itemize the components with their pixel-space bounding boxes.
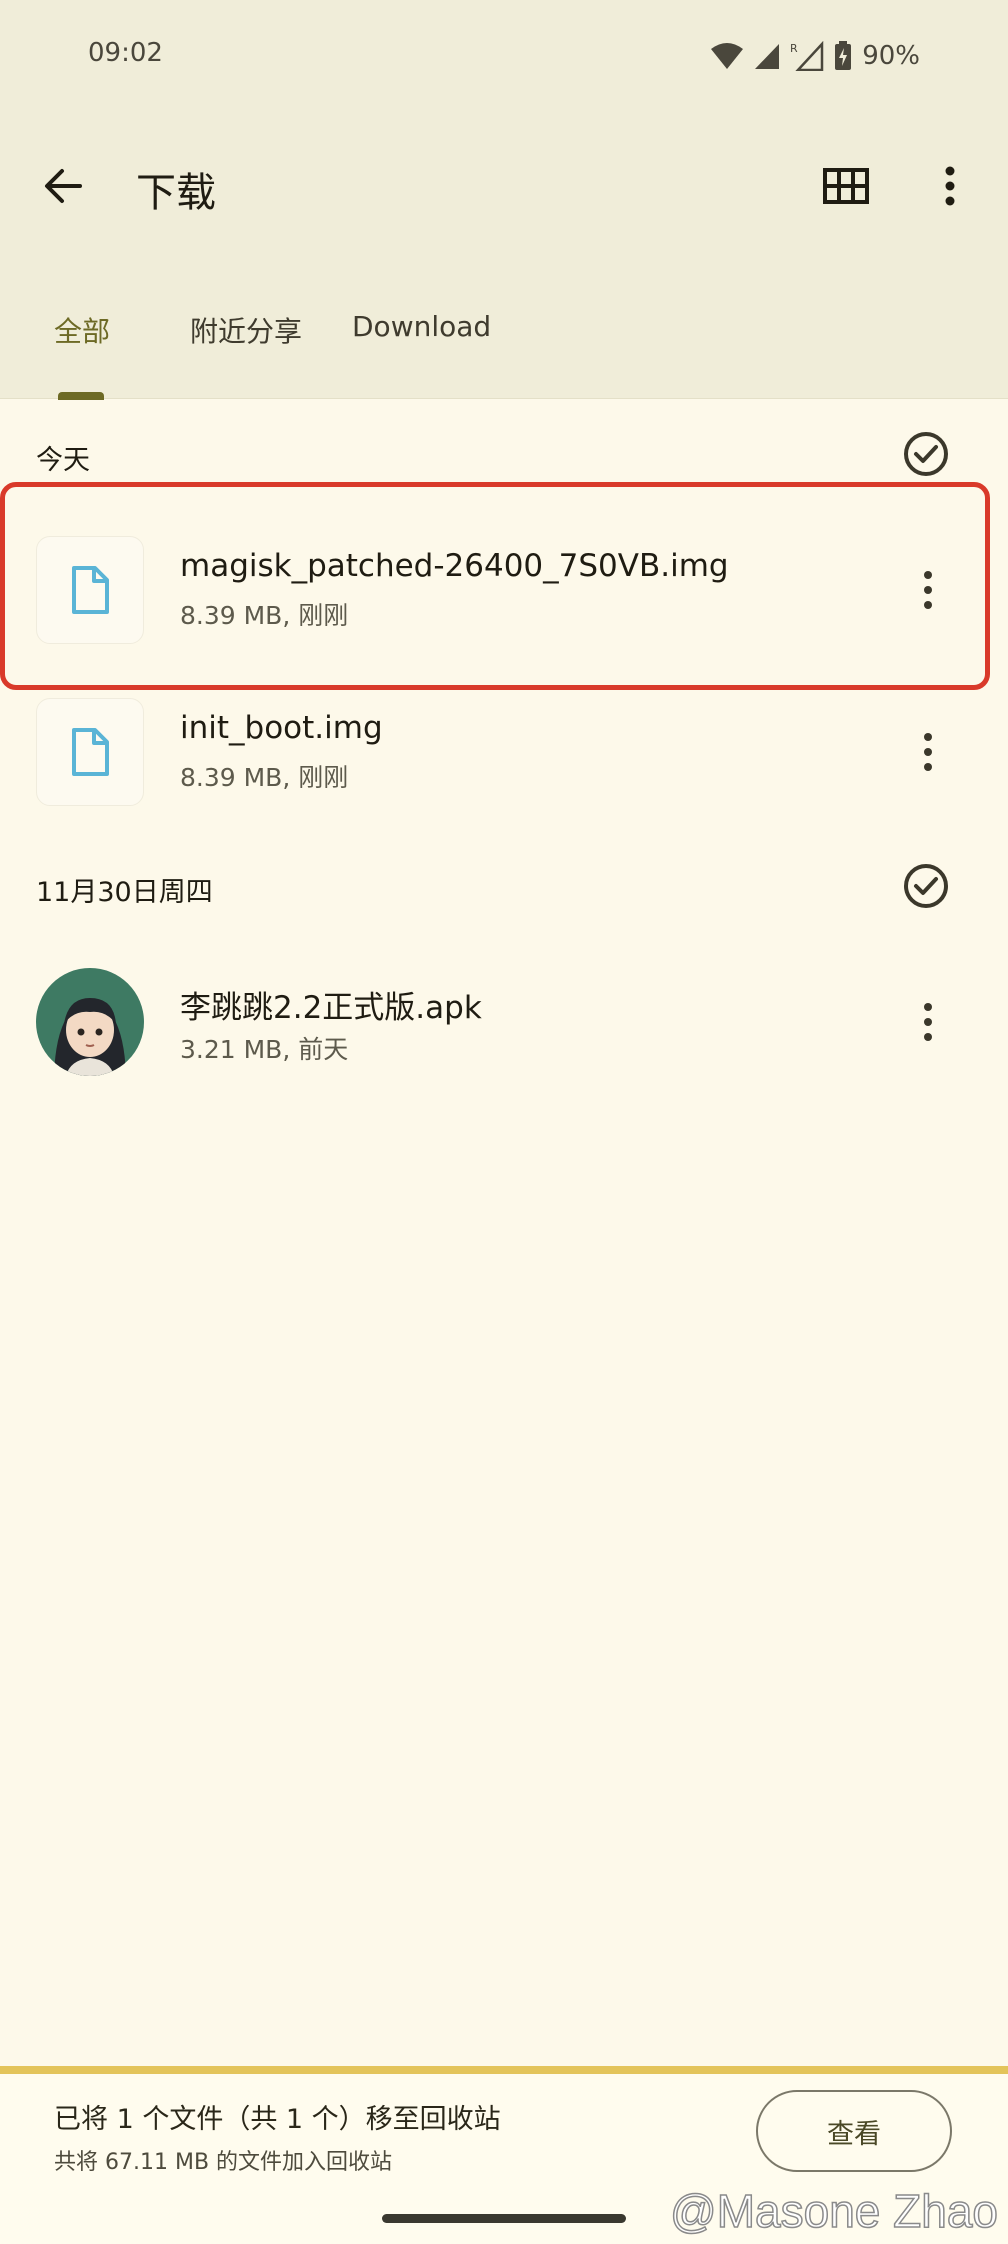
file-row-magisk[interactable] xyxy=(0,510,1008,660)
file-more-button[interactable] xyxy=(910,992,946,1052)
file-name: magisk_patched-26400_7S0VB.img xyxy=(180,548,729,584)
snackbar-accent-line xyxy=(0,2066,1008,2074)
check-circle-icon xyxy=(904,864,948,908)
tab-download[interactable]: Download xyxy=(352,310,491,343)
app-avatar xyxy=(36,968,144,1076)
file-meta: 8.39 MB, 刚刚 xyxy=(180,763,349,792)
status-icons: R 90% xyxy=(710,38,920,74)
status-time: 09:02 xyxy=(88,38,163,68)
file-more-button[interactable] xyxy=(910,560,946,620)
file-meta: 3.21 MB, 前天 xyxy=(180,1035,349,1064)
battery-percent: 90% xyxy=(862,41,920,71)
tab-indicator xyxy=(58,392,104,400)
svg-text:R: R xyxy=(790,42,798,55)
file-thumbnail xyxy=(36,536,144,644)
watermark: @Masone Zhao xyxy=(669,2184,998,2238)
file-more-button[interactable] xyxy=(910,722,946,782)
section-header-nov30: 11月30日周四 xyxy=(36,877,213,908)
grid-view-icon xyxy=(823,168,869,204)
document-icon xyxy=(72,566,109,614)
snackbar-message: 已将 1 个文件（共 1 个）移至回收站 xyxy=(54,2104,501,2135)
file-name: init_boot.img xyxy=(180,710,383,746)
file-name: 李跳跳2.2正式版.apk xyxy=(180,990,482,1026)
overflow-menu-button[interactable] xyxy=(934,164,966,208)
select-all-nov30-button[interactable] xyxy=(902,862,950,910)
document-icon xyxy=(72,728,109,776)
battery-charging-icon xyxy=(834,41,852,71)
roaming-signal-icon: R xyxy=(790,41,824,71)
wifi-icon xyxy=(710,42,744,70)
check-circle-icon xyxy=(904,432,948,476)
select-all-today-button[interactable] xyxy=(902,430,950,478)
page-title: 下载 xyxy=(136,170,216,216)
section-header-today: 今天 xyxy=(36,445,90,476)
arrow-back-icon xyxy=(45,169,82,203)
more-vert-icon xyxy=(945,166,955,206)
back-button[interactable] xyxy=(38,160,90,212)
file-thumbnail xyxy=(36,698,144,806)
file-row-init-boot[interactable] xyxy=(0,672,1008,822)
file-row-apk[interactable] xyxy=(0,946,1008,1096)
gesture-nav-handle[interactable] xyxy=(382,2214,626,2223)
cartoon-girl-avatar xyxy=(36,968,144,1076)
tab-nearby-share[interactable]: 附近分享 xyxy=(190,310,302,350)
signal-icon xyxy=(754,42,780,70)
grid-view-button[interactable] xyxy=(822,164,870,208)
view-trash-button[interactable]: 查看 xyxy=(756,2090,952,2172)
tab-all[interactable]: 全部 xyxy=(54,310,110,350)
file-meta: 8.39 MB, 刚刚 xyxy=(180,601,349,630)
snackbar-sub-message: 共将 67.11 MB 的文件加入回收站 xyxy=(54,2150,393,2175)
